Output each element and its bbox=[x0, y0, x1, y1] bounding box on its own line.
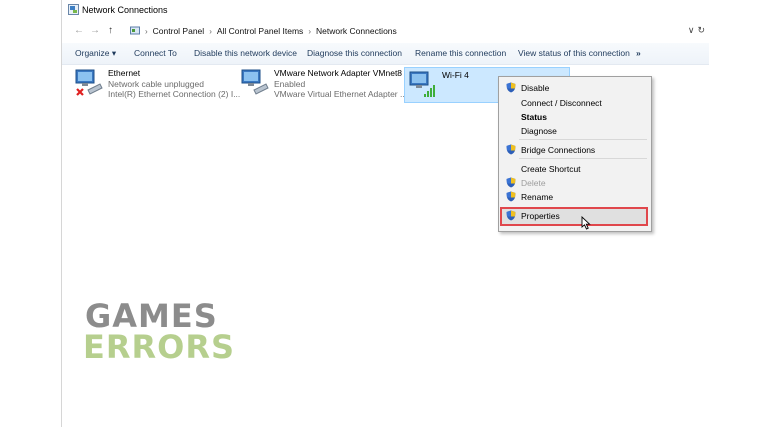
menu-item-delete[interactable]: Delete bbox=[521, 178, 546, 188]
menu-item-create-shortcut[interactable]: Create Shortcut bbox=[521, 164, 581, 174]
context-menu: Disable Connect / Disconnect Status Diag… bbox=[498, 76, 652, 232]
control-panel-icon bbox=[130, 26, 140, 35]
shield-icon bbox=[506, 82, 516, 93]
network-connections-app-icon bbox=[68, 4, 79, 15]
connection-name: VMware Network Adapter VMnet8 bbox=[274, 68, 403, 78]
refresh-button[interactable]: ↻ bbox=[697, 25, 705, 36]
up-button[interactable]: ↑ bbox=[108, 25, 113, 37]
view-status-button[interactable]: View status of this connection bbox=[518, 48, 630, 58]
chevron-right-icon: › bbox=[308, 26, 311, 36]
ethernet-adapter-icon bbox=[75, 69, 103, 96]
address-controls: ∨ ↻ bbox=[688, 25, 705, 36]
shield-icon bbox=[506, 191, 516, 202]
menu-item-properties[interactable]: Properties bbox=[521, 211, 560, 221]
rename-connection-button[interactable]: Rename this connection bbox=[415, 48, 506, 58]
connection-name: Ethernet bbox=[108, 68, 141, 78]
back-button[interactable]: ← bbox=[74, 25, 84, 37]
chevron-right-icon: › bbox=[145, 26, 148, 36]
title-bar: Network Connections bbox=[62, 0, 709, 21]
breadcrumb-control-panel[interactable]: Control Panel bbox=[153, 26, 205, 36]
shield-icon bbox=[506, 144, 516, 155]
mouse-cursor-icon bbox=[581, 216, 591, 230]
connection-status: Enabled bbox=[274, 79, 306, 89]
breadcrumb[interactable]: › Control Panel › All Control Panel Item… bbox=[130, 24, 397, 38]
connection-device: Intel(R) Ethernet Connection (2) I... bbox=[108, 89, 241, 99]
connection-device: VMware Virtual Ethernet Adapter ... bbox=[274, 89, 408, 99]
connection-name: Wi-Fi 4 bbox=[442, 70, 469, 80]
disable-device-button[interactable]: Disable this network device bbox=[194, 48, 297, 58]
menu-item-disable[interactable]: Disable bbox=[521, 83, 549, 93]
address-bar: ← → ↑ › Control Panel › All Control Pane… bbox=[62, 21, 709, 41]
connection-status: Network cable unplugged bbox=[108, 79, 204, 89]
menu-separator bbox=[519, 158, 647, 159]
menu-item-status[interactable]: Status bbox=[521, 112, 547, 122]
organize-button[interactable]: Organize ▾ bbox=[75, 48, 116, 59]
connection-vmware-vmnet8[interactable]: VMware Network Adapter VMnet8 Enabled VM… bbox=[240, 68, 410, 102]
menu-item-rename[interactable]: Rename bbox=[521, 192, 553, 202]
menu-separator bbox=[519, 139, 647, 140]
address-dropdown-button[interactable]: ∨ bbox=[688, 25, 695, 36]
menu-item-diagnose[interactable]: Diagnose bbox=[521, 126, 557, 136]
breadcrumb-network-connections[interactable]: Network Connections bbox=[316, 26, 397, 36]
network-adapter-icon bbox=[241, 69, 269, 95]
watermark-logo-errors: ERRORS bbox=[83, 328, 236, 366]
connect-to-button[interactable]: Connect To bbox=[134, 48, 177, 58]
forward-button[interactable]: → bbox=[90, 25, 100, 37]
shield-icon bbox=[506, 177, 516, 188]
connection-ethernet[interactable]: Ethernet Network cable unplugged Intel(R… bbox=[74, 68, 244, 102]
more-commands-button[interactable]: » bbox=[636, 48, 641, 58]
shield-icon bbox=[506, 210, 516, 221]
menu-item-bridge-connections[interactable]: Bridge Connections bbox=[521, 145, 595, 155]
command-bar: Organize ▾ Connect To Disable this netwo… bbox=[62, 43, 709, 65]
window-title: Network Connections bbox=[82, 5, 168, 15]
diagnose-connection-button[interactable]: Diagnose this connection bbox=[307, 48, 402, 58]
wifi-adapter-icon bbox=[409, 71, 435, 97]
menu-item-connect-disconnect[interactable]: Connect / Disconnect bbox=[521, 98, 602, 108]
breadcrumb-all-items[interactable]: All Control Panel Items bbox=[217, 26, 303, 36]
chevron-right-icon: › bbox=[209, 26, 212, 36]
